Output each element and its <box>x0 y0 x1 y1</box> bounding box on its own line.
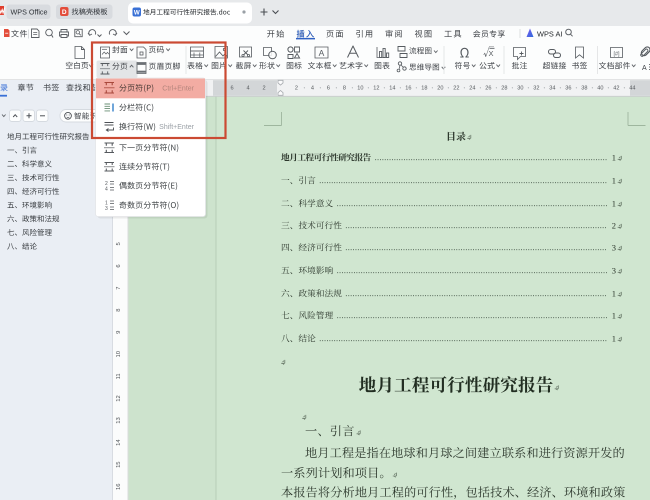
svg-text:26: 26 <box>485 86 491 92</box>
svg-text:42: 42 <box>613 86 619 92</box>
svg-text:14: 14 <box>116 439 122 446</box>
svg-text:2: 2 <box>612 221 616 231</box>
svg-text:36: 36 <box>565 86 571 92</box>
svg-text:8: 8 <box>116 308 122 311</box>
svg-text:6: 6 <box>230 86 233 92</box>
svg-text:W: W <box>134 10 140 17</box>
svg-text:30: 30 <box>517 86 523 92</box>
svg-text:X: X <box>488 49 493 58</box>
svg-text:15: 15 <box>116 461 122 467</box>
svg-text:44: 44 <box>629 86 635 92</box>
svg-text:1: 1 <box>612 334 616 344</box>
svg-text:9: 9 <box>116 331 122 334</box>
svg-text:1: 1 <box>612 311 616 321</box>
svg-text:34: 34 <box>549 86 555 92</box>
svg-text:1: 1 <box>612 289 616 299</box>
svg-text:1: 1 <box>612 176 616 186</box>
svg-text:38: 38 <box>581 86 587 92</box>
svg-text:40: 40 <box>597 86 603 92</box>
svg-text:12: 12 <box>373 86 379 92</box>
svg-text:24: 24 <box>469 86 475 92</box>
svg-text:16: 16 <box>116 484 122 490</box>
svg-text:6: 6 <box>327 86 330 92</box>
svg-text:16: 16 <box>405 86 411 92</box>
svg-text:14: 14 <box>389 86 395 92</box>
svg-text:2: 2 <box>295 86 298 92</box>
svg-text:A: A <box>319 48 325 58</box>
svg-text:3: 3 <box>105 206 108 212</box>
svg-text:10: 10 <box>357 86 363 92</box>
svg-text:WPS AI: WPS AI <box>537 30 562 39</box>
svg-text:[#]: [#] <box>613 52 620 58</box>
svg-text:4: 4 <box>311 86 314 92</box>
svg-text:3: 3 <box>612 266 616 276</box>
svg-text:Shift+Enter: Shift+Enter <box>159 124 194 131</box>
svg-text:12: 12 <box>116 395 122 401</box>
svg-text:10: 10 <box>116 351 122 357</box>
svg-text:2: 2 <box>262 86 265 92</box>
svg-text:8: 8 <box>343 86 346 92</box>
svg-text:3: 3 <box>612 243 616 253</box>
svg-text:5: 5 <box>116 242 122 245</box>
svg-text:1: 1 <box>612 199 616 209</box>
svg-text:7: 7 <box>116 286 122 289</box>
svg-text:6: 6 <box>116 264 122 267</box>
svg-text:D: D <box>62 9 67 16</box>
svg-text:4: 4 <box>246 86 249 92</box>
svg-text:1: 1 <box>612 153 616 163</box>
svg-text:32: 32 <box>533 86 539 92</box>
svg-text:4: 4 <box>105 187 108 193</box>
svg-text:11: 11 <box>116 373 122 379</box>
svg-text:18: 18 <box>421 86 427 92</box>
svg-text:13: 13 <box>116 417 122 423</box>
svg-text:A: A <box>642 65 647 72</box>
svg-text:WPS Office: WPS Office <box>11 7 48 16</box>
svg-text:28: 28 <box>501 86 507 92</box>
svg-text:Ctrl+Enter: Ctrl+Enter <box>162 85 194 92</box>
svg-text:20: 20 <box>437 86 443 92</box>
svg-text:22: 22 <box>453 86 459 92</box>
